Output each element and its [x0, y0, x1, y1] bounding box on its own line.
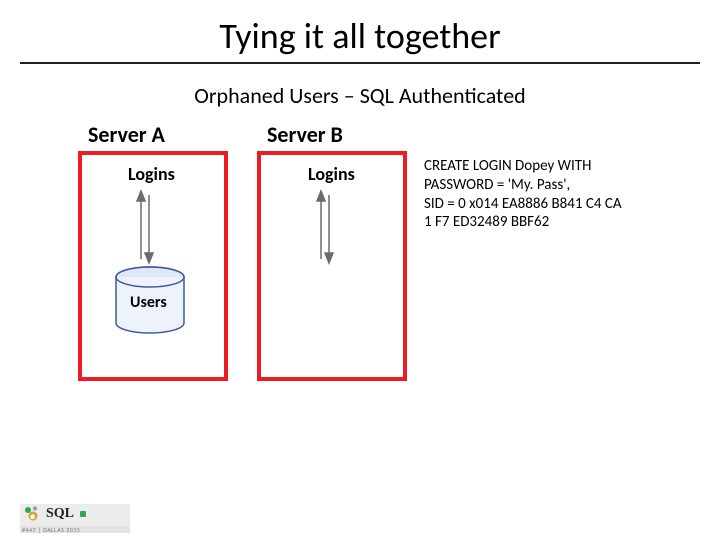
code-line: 1 F7 ED32489 BBF62	[424, 213, 654, 232]
slide-title: Tying it all together	[0, 14, 720, 58]
title-rule	[20, 62, 700, 64]
server-b-label: Server B	[267, 121, 343, 148]
footer-event-tag: #447 | DALLAS 2015	[22, 526, 80, 534]
server-b-box	[257, 151, 407, 381]
server-b-logins-label: Logins	[308, 163, 355, 185]
footer-accent-square	[80, 511, 86, 517]
diagram-stage: Server A Logins Users Server B Logins	[0, 119, 720, 459]
sql-code-block: CREATE LOGIN Dopey WITH PASSWORD = 'My. …	[424, 157, 654, 232]
server-b-arrows	[315, 189, 335, 265]
slide-subtitle: Orphaned Users – SQL Authenticated	[0, 82, 720, 109]
footer-logo: SQL #447 | DALLAS 2015	[20, 504, 130, 540]
code-line: CREATE LOGIN Dopey WITH	[424, 157, 654, 176]
server-a-arrows	[135, 189, 155, 265]
code-line: SID = 0 x014 EA8886 B841 C4 CA	[424, 195, 654, 214]
footer-brand-text: SQL	[46, 506, 74, 522]
server-a-logins-label: Logins	[128, 163, 175, 185]
pass-logo-icon	[24, 505, 42, 523]
code-line: PASSWORD = 'My. Pass',	[424, 176, 654, 195]
server-a-users-label: Users	[130, 293, 167, 312]
server-a-label: Server A	[88, 121, 165, 148]
